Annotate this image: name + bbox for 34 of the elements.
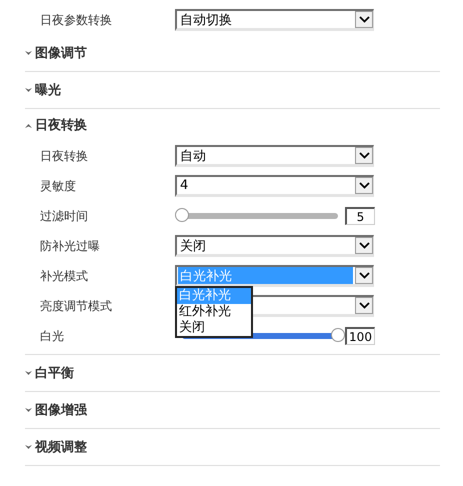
- dropdown-chevron-icon[interactable]: [355, 267, 373, 284]
- slider-thumb[interactable]: [331, 328, 345, 342]
- expand-caret-icon[interactable]: [25, 88, 32, 92]
- dropdown-select[interactable]: 自动: [175, 145, 374, 167]
- expand-caret-icon[interactable]: [25, 444, 32, 450]
- dropdown-select[interactable]: 4: [175, 175, 374, 197]
- dropdown-chevron-icon[interactable]: [355, 237, 373, 254]
- field-label: 日夜转换: [39, 148, 89, 164]
- section-title[interactable]: 图像调节: [35, 44, 87, 62]
- dropdown-select[interactable]: 关闭: [175, 235, 374, 257]
- expand-caret-icon[interactable]: [25, 408, 32, 412]
- section-title[interactable]: 白平衡: [35, 364, 74, 382]
- slider-thumb[interactable]: [175, 208, 189, 222]
- field-label: 白光: [39, 328, 65, 344]
- section-title[interactable]: 图像增强: [35, 401, 87, 419]
- section-title[interactable]: 日夜转换: [35, 116, 87, 134]
- section-title[interactable]: 曝光: [35, 81, 61, 99]
- field-label: 灵敏度: [39, 178, 77, 194]
- dropdown-select[interactable]: 自动切换: [175, 9, 374, 31]
- field-label: 日夜参数转换: [39, 12, 113, 28]
- expand-caret-icon[interactable]: [25, 50, 32, 56]
- number-field[interactable]: 5: [345, 207, 375, 225]
- field-label: 补光模式: [39, 268, 89, 284]
- number-field[interactable]: 100: [345, 327, 375, 345]
- expand-caret-icon[interactable]: [25, 370, 32, 376]
- dropdown-chevron-icon[interactable]: [355, 177, 373, 194]
- field-label: 亮度调节模式: [39, 298, 113, 314]
- dropdown-chevron-icon[interactable]: [355, 11, 373, 28]
- collapse-caret-icon[interactable]: [25, 122, 32, 128]
- field-label: 防补光过曝: [39, 238, 101, 254]
- dropdown-chevron-icon[interactable]: [355, 297, 373, 314]
- dropdown-chevron-icon[interactable]: [355, 147, 373, 164]
- field-label: 过滤时间: [39, 208, 89, 224]
- section-title[interactable]: 视频调整: [35, 438, 87, 456]
